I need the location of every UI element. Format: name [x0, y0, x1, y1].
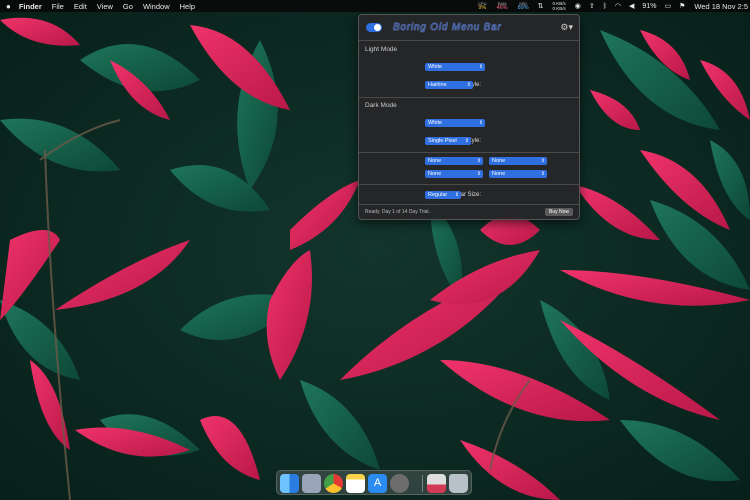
chevron-updown-icon: ⇕	[478, 120, 483, 126]
apple-menu-icon[interactable]: ●	[6, 2, 11, 11]
menu-help[interactable]: Help	[180, 2, 195, 11]
chevron-updown-icon: ⇕	[476, 171, 481, 177]
network-stat[interactable]: 0 KB/s 0 KB/s	[552, 1, 565, 11]
buy-now-button[interactable]: Buy Now	[544, 208, 573, 216]
menu-window[interactable]: Window	[143, 2, 170, 11]
light-divider-style-value: Hairline	[428, 82, 447, 88]
ssd-stat[interactable]: SSD 89%	[518, 1, 529, 11]
chevron-updown-icon: ⇕	[540, 171, 545, 177]
corner-bottom-left-value: None	[428, 171, 442, 177]
dark-mode-heading: Dark Mode	[365, 102, 397, 109]
battery-percent[interactable]: 91%	[642, 3, 656, 10]
chevron-updown-icon: ⇕	[454, 192, 459, 198]
menu-app-name[interactable]: Finder	[19, 2, 42, 11]
section-divider	[359, 184, 579, 185]
cpu-value: 9%	[478, 5, 487, 11]
menu-view[interactable]: View	[97, 2, 113, 11]
menu-bar: ● Finder File Edit View Go Window Help C…	[0, 0, 750, 12]
menu-go[interactable]: Go	[123, 2, 133, 11]
corner-top-right-value: None	[492, 158, 506, 164]
system-preferences-icon[interactable]	[390, 474, 409, 493]
light-menu-bar-style-value: White	[428, 64, 443, 70]
trial-status-text: Ready. Day 1 of 14 Day Trial.	[365, 209, 430, 215]
network-arrows-icon: ⇅	[537, 3, 544, 10]
gear-icon[interactable]: ⚙▾	[560, 22, 573, 33]
corner-top-left-select[interactable]: None ⇕	[425, 157, 483, 165]
ssd-value: 89%	[517, 5, 529, 11]
flag-icon[interactable]: ⚑	[679, 2, 685, 10]
panel-title: Boring Old Menu Bar	[393, 22, 502, 33]
app-store-icon[interactable]: A	[368, 474, 387, 493]
corner-bottom-left-select[interactable]: None ⇕	[425, 170, 483, 178]
panel-header: Boring Old Menu Bar ⚙▾	[359, 15, 579, 41]
wifi-icon[interactable]: ◠	[615, 2, 621, 10]
menu-bar-size-value: Regular	[428, 192, 448, 198]
trash-icon[interactable]	[449, 474, 468, 493]
upload-icon[interactable]: ⇪	[589, 2, 595, 10]
menu-bar-right: CPU 9% RAM 46% SSD 89% ⇅ 0 KB/s 0 KB/s ◉…	[473, 0, 750, 12]
corner-bottom-right-value: None	[492, 171, 506, 177]
section-divider	[359, 152, 579, 153]
corner-bottom-right-select[interactable]: None ⇕	[489, 170, 547, 178]
chevron-updown-icon: ⇕	[476, 158, 481, 164]
menu-bar-left: ● Finder File Edit View Go Window Help	[0, 2, 195, 11]
net-down-value: 0 KB/s	[552, 6, 566, 11]
menu-bar-size-select[interactable]: Regular ⇕	[425, 191, 461, 199]
battery-icon[interactable]: ▭	[664, 2, 671, 10]
cpu-stat[interactable]: CPU 9%	[478, 1, 486, 11]
enable-toggle[interactable]	[366, 23, 382, 32]
chrome-icon[interactable]	[324, 474, 343, 493]
section-divider	[359, 204, 579, 205]
chevron-updown-icon: ⇕	[464, 138, 469, 144]
clock[interactable]: Wed 18 Nov 2:5	[694, 2, 748, 11]
light-menu-bar-style-select[interactable]: White ⇕	[425, 63, 485, 71]
dark-menu-bar-style-value: White	[428, 120, 443, 126]
light-divider-style-select[interactable]: Hairline ⇕	[425, 81, 473, 89]
finder-icon[interactable]	[280, 474, 299, 493]
settings-panel: Boring Old Menu Bar ⚙▾ Light Mode Menu B…	[358, 14, 580, 220]
extras-icon[interactable]: ◉	[575, 2, 581, 10]
dark-divider-style-select[interactable]: Single Pixel ⇕	[425, 137, 471, 145]
light-mode-heading: Light Mode	[365, 46, 398, 53]
ram-value: 46%	[496, 5, 508, 11]
dark-divider-style-value: Single Pixel	[428, 138, 457, 144]
dock-separator	[422, 475, 423, 492]
notes-icon[interactable]	[346, 474, 365, 493]
menu-file[interactable]: File	[52, 2, 64, 11]
ram-stat[interactable]: RAM 46%	[497, 1, 508, 11]
chevron-updown-icon: ⇕	[466, 82, 471, 88]
chevron-updown-icon: ⇕	[478, 64, 483, 70]
menu-edit[interactable]: Edit	[74, 2, 87, 11]
launchpad-icon[interactable]	[302, 474, 321, 493]
dock: A	[276, 470, 472, 495]
boring-old-menu-bar-icon[interactable]	[427, 474, 446, 493]
section-divider	[359, 97, 579, 98]
bluetooth-icon[interactable]: ᛒ	[603, 3, 607, 10]
corner-top-right-select[interactable]: None ⇕	[489, 157, 547, 165]
volume-icon[interactable]: ◀	[629, 2, 634, 10]
chevron-updown-icon: ⇕	[540, 158, 545, 164]
corner-top-left-value: None	[428, 158, 442, 164]
dark-menu-bar-style-select[interactable]: White ⇕	[425, 119, 485, 127]
